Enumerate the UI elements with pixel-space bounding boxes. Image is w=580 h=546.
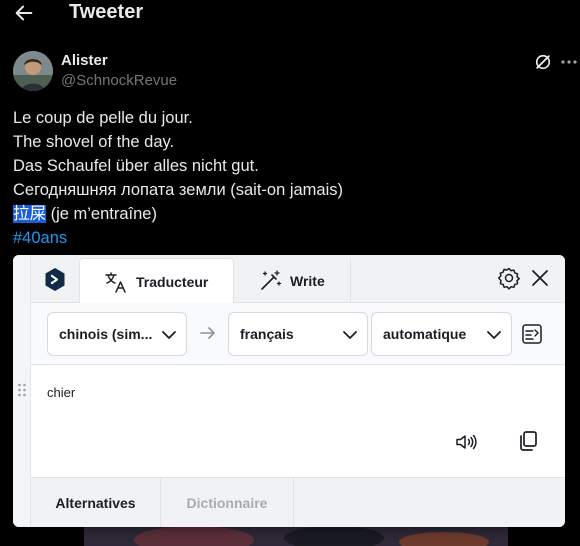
- selected-text[interactable]: 拉屎: [13, 205, 46, 223]
- tab-write[interactable]: Write: [246, 258, 351, 304]
- translate-icon: [105, 271, 126, 293]
- copy-icon[interactable]: [516, 429, 540, 453]
- close-icon[interactable]: [531, 269, 549, 287]
- gear-icon[interactable]: [497, 266, 521, 290]
- page-title: Tweeter: [69, 1, 144, 23]
- target-language-value: français: [240, 326, 294, 342]
- glossary-icon[interactable]: [521, 323, 543, 345]
- popup-header: Traducteur Write: [31, 255, 565, 304]
- translator-popup: Traducteur Write chinois (sim... françai…: [13, 255, 565, 527]
- top-bar: Tweeter: [0, 0, 580, 28]
- tweet-text-after-selection: (je m’entraîne): [46, 205, 157, 223]
- avatar-image: [13, 51, 53, 91]
- tweet-page: Tweeter Alister @SchnockRevue Le coup de…: [0, 0, 580, 546]
- popup-side-rail: [13, 255, 31, 527]
- bottom-tabs: Alternatives Dictionnaire: [31, 477, 565, 527]
- translator-logo-icon[interactable]: [44, 267, 66, 292]
- arrow-right-icon: [200, 327, 215, 339]
- translation-result: chier: [31, 365, 565, 477]
- back-arrow-icon[interactable]: [13, 2, 35, 24]
- hashtag-link[interactable]: #40ans: [13, 229, 67, 247]
- tab-dictionary[interactable]: Dictionnaire: [160, 478, 294, 527]
- tweet-line: The shovel of the day.: [13, 133, 175, 151]
- chevron-down-icon: [343, 331, 357, 339]
- speaker-icon[interactable]: [454, 430, 478, 454]
- target-language-select[interactable]: français: [228, 312, 368, 356]
- formality-value: automatique: [383, 326, 467, 342]
- formality-select[interactable]: automatique: [371, 312, 512, 356]
- chevron-down-icon: [162, 331, 176, 339]
- tab-translator[interactable]: Traducteur: [79, 258, 234, 304]
- language-bar: chinois (sim... français automatique: [31, 303, 565, 365]
- chevron-down-icon: [487, 331, 501, 339]
- translation-text: chier: [47, 385, 76, 400]
- source-language-value: chinois (sim...: [59, 326, 153, 342]
- source-language-select[interactable]: chinois (sim...: [47, 312, 187, 356]
- magic-wand-icon: [261, 270, 282, 290]
- tweet-text: Le coup de pelle du jour. The shovel of …: [13, 106, 568, 250]
- more-options-icon[interactable]: [560, 52, 578, 72]
- avatar[interactable]: [13, 51, 53, 91]
- tweet-line: Сегодняшняя лопата земли (sait-on jamais…: [13, 181, 344, 199]
- tab-write-label: Write: [290, 273, 325, 289]
- tab-alternatives[interactable]: Alternatives: [31, 478, 160, 527]
- author-name[interactable]: Alister: [61, 52, 108, 69]
- drag-handle-icon[interactable]: [16, 382, 28, 398]
- author-handle[interactable]: @SchnockRevue: [61, 72, 177, 89]
- tweet-line: Das Schaufel über alles nicht gut.: [13, 157, 259, 175]
- tweet-line: Le coup de pelle du jour.: [13, 109, 193, 127]
- tweet-line-selection: 拉屎 (je m’entraîne): [13, 202, 568, 226]
- grok-icon[interactable]: [533, 52, 553, 72]
- tab-translator-label: Traducteur: [136, 273, 209, 290]
